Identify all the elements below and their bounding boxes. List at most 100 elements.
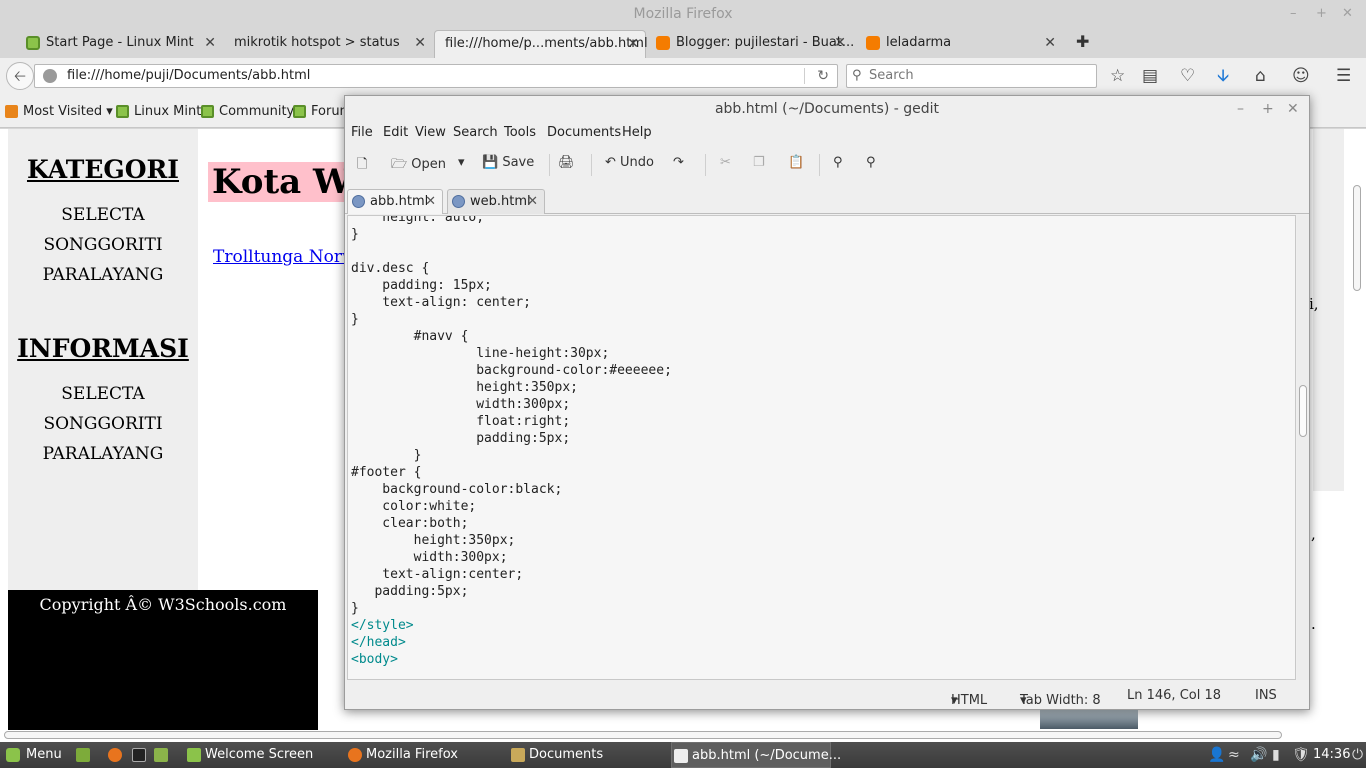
code-line: div.desc {	[351, 261, 430, 276]
open-recent-dropdown[interactable]: ▾	[458, 155, 465, 170]
save-button[interactable]: 💾 Save	[482, 155, 534, 170]
url-bar[interactable]: file:///home/puji/Documents/abb.html ↻	[34, 64, 838, 88]
task-label: abb.html (~/Docume...	[692, 748, 842, 763]
home-icon[interactable]: ⌂	[1255, 66, 1266, 86]
task-mozilla-firefox[interactable]: Mozilla Firefox	[346, 742, 504, 768]
power-icon[interactable]: ⏻	[1352, 747, 1363, 763]
reload-icon[interactable]: ↻	[817, 65, 829, 87]
code-line: #navv {	[351, 329, 469, 344]
close-tab-icon[interactable]: ✕	[627, 31, 639, 57]
open-button[interactable]: 🗁 Open	[391, 155, 446, 177]
kategori-item-songgoriti[interactable]: SONGGORITI	[8, 230, 198, 260]
kategori-item-selecta[interactable]: SELECTA	[8, 200, 198, 230]
task-documents[interactable]: Documents	[509, 742, 667, 768]
kategori-item-paralayang[interactable]: PARALAYANG	[8, 260, 198, 290]
menu-help[interactable]: Help	[622, 125, 652, 140]
bookmark-community[interactable]: Community	[201, 104, 294, 119]
download-icon[interactable]: 🡫	[1217, 66, 1229, 86]
scrollbar-thumb[interactable]	[1299, 385, 1307, 437]
new-document-icon: 🗋	[357, 157, 368, 172]
volume-icon[interactable]: 🔊	[1250, 747, 1267, 763]
cut-button[interactable]: ✂	[720, 155, 731, 170]
site-info-icon[interactable]	[43, 69, 57, 83]
page-horizontal-scrollbar[interactable]	[0, 730, 1290, 740]
close-icon[interactable]: ✕	[1287, 96, 1299, 122]
copy-button[interactable]: ❐	[753, 155, 765, 170]
editor-scrollbar[interactable]	[1297, 215, 1309, 680]
task-welcome-screen[interactable]: Welcome Screen	[185, 742, 340, 768]
search-input[interactable]: ⚲ Search	[846, 64, 1097, 88]
close-tab-icon[interactable]: ✕	[834, 30, 846, 56]
tab-abb-html[interactable]: abb.html ✕	[347, 189, 443, 214]
minimize-icon[interactable]: –	[1237, 96, 1244, 122]
clock[interactable]: 14:36	[1313, 747, 1350, 762]
code-line: height: auto;	[351, 215, 485, 225]
tab-label: leladarma	[886, 35, 952, 50]
menu-file[interactable]: File	[351, 125, 373, 140]
tab-label: file:///home/p...ments/abb.html	[445, 36, 648, 51]
gedit-document-tabs: abb.html ✕ web.html ✕	[345, 186, 1309, 214]
tab-leladarma[interactable]: leladarma ✕	[860, 30, 1062, 58]
tab-blogger-pujilestari[interactable]: Blogger: pujilestari - Buat... ✕	[650, 30, 854, 58]
page-vertical-scrollbar[interactable]	[1352, 131, 1362, 736]
tab-start-page[interactable]: Start Page - Linux Mint ✕	[20, 30, 222, 58]
tab-mikrotik[interactable]: mikrotik hotspot > status ✕	[226, 30, 432, 58]
back-button[interactable]: 🡠	[6, 62, 34, 90]
battery-icon[interactable]: ▮	[1272, 747, 1280, 763]
maximize-icon[interactable]: +	[1262, 96, 1274, 122]
code-editor[interactable]: height: auto;} div.desc { padding: 15px; …	[347, 215, 1296, 680]
close-tab-icon[interactable]: ✕	[204, 30, 216, 56]
tab-label: web.html	[470, 194, 531, 209]
undo-button[interactable]: ↶ Undo	[605, 155, 654, 170]
linux-mint-icon	[6, 748, 20, 762]
bookmark-label: Community	[219, 104, 295, 119]
menu-edit[interactable]: Edit	[383, 125, 408, 140]
maximize-icon[interactable]: +	[1316, 0, 1327, 28]
informasi-item-selecta[interactable]: SELECTA	[8, 379, 198, 409]
code-line: </head>	[351, 635, 406, 650]
bookmark-most-visited[interactable]: Most Visited ▾	[5, 104, 113, 119]
new-document-button[interactable]: 🗋	[357, 155, 367, 177]
kategori-heading: KATEGORI	[26, 155, 179, 184]
paste-button[interactable]: 📋	[788, 155, 804, 170]
menu-search[interactable]: Search	[453, 125, 498, 140]
close-icon[interactable]: ✕	[1342, 0, 1353, 28]
informasi-item-paralayang[interactable]: PARALAYANG	[8, 439, 198, 469]
redo-button[interactable]: ↷	[673, 155, 684, 170]
most-visited-icon	[5, 105, 18, 118]
hamburger-menu-icon[interactable]: ☰	[1336, 66, 1351, 86]
firefox-navigation-bar: 🡠 file:///home/puji/Documents/abb.html ↻…	[0, 58, 1366, 94]
close-tab-icon[interactable]: ✕	[414, 30, 426, 56]
url-text: file:///home/puji/Documents/abb.html	[67, 68, 311, 83]
minimize-icon[interactable]: –	[1290, 0, 1297, 28]
new-tab-icon[interactable]: ✚	[1076, 32, 1089, 51]
menu-label: Menu	[26, 747, 62, 762]
task-gedit-abb-html[interactable]: abb.html (~/Docume...	[671, 742, 841, 768]
bookmark-linux-mint[interactable]: Linux Mint	[116, 104, 201, 119]
bookmark-star-icon[interactable]: ☆	[1110, 66, 1125, 86]
shield-icon[interactable]: 🛡	[1292, 747, 1310, 763]
tab-abb-html[interactable]: file:///home/p...ments/abb.html ✕	[434, 30, 648, 58]
tab-web-html[interactable]: web.html ✕	[447, 189, 545, 214]
close-tab-icon[interactable]: ✕	[425, 190, 436, 213]
start-menu-button[interactable]: Menu	[4, 742, 62, 768]
find-replace-button[interactable]: ⚲	[866, 155, 876, 170]
reading-list-icon[interactable]: ▤	[1142, 66, 1158, 86]
print-button[interactable]: 🖨	[558, 155, 575, 170]
pocket-icon[interactable]: ♡	[1180, 66, 1195, 86]
code-line: float:right;	[351, 414, 571, 429]
find-button[interactable]: ⚲	[833, 155, 843, 170]
wifi-icon[interactable]: ≈	[1228, 747, 1240, 763]
task-label: Mozilla Firefox	[366, 747, 458, 762]
scrollbar-thumb[interactable]	[4, 731, 1282, 739]
code-line: line-height:30px;	[351, 346, 610, 361]
user-icon[interactable]: 👤	[1208, 747, 1225, 763]
close-tab-icon[interactable]: ✕	[527, 190, 538, 213]
menu-documents[interactable]: Documents	[547, 125, 621, 140]
chat-icon[interactable]: ☺	[1292, 66, 1310, 86]
scrollbar-thumb[interactable]	[1353, 185, 1361, 291]
menu-tools[interactable]: Tools	[504, 125, 536, 140]
informasi-item-songgoriti[interactable]: SONGGORITI	[8, 409, 198, 439]
close-tab-icon[interactable]: ✕	[1044, 30, 1056, 56]
menu-view[interactable]: View	[415, 125, 446, 140]
